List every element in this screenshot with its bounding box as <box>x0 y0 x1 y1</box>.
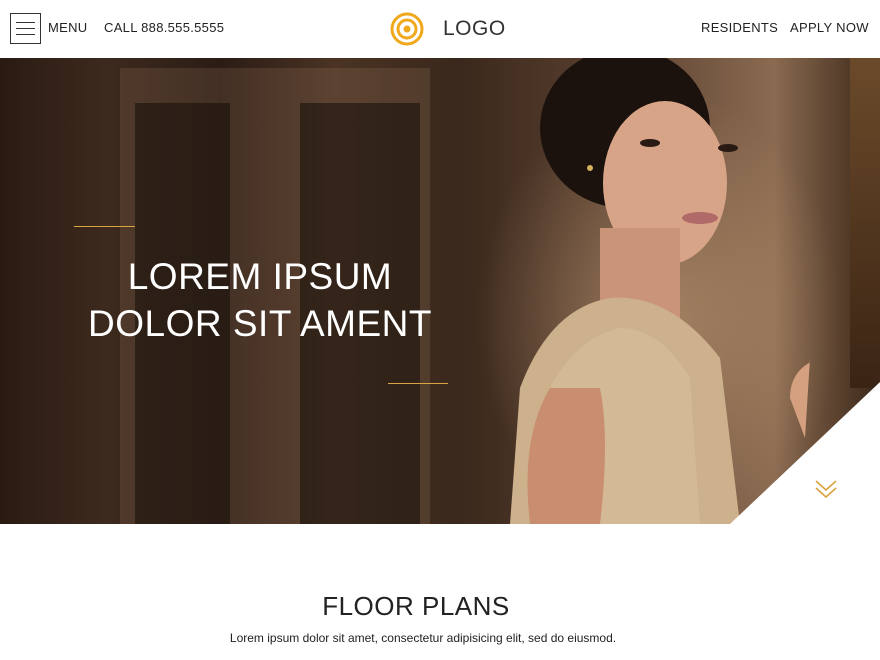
double-chevron-down-icon[interactable] <box>813 478 839 500</box>
hero-title-line-1: LOREM IPSUM <box>127 256 393 297</box>
floor-plans-description: Lorem ipsum dolor sit amet, consectetur … <box>229 631 617 645</box>
menu-bar <box>16 28 35 29</box>
logo-text: LOGO <box>443 17 506 40</box>
hero-title-line-2: DOLOR SIT AMENT <box>88 303 432 344</box>
menu-bar <box>16 34 35 35</box>
floor-plans-heading: FLOOR PLANS <box>322 591 510 621</box>
menu-bar <box>16 22 35 23</box>
call-link[interactable]: CALL 888.555.5555 <box>104 20 224 35</box>
hero-accent-line-top <box>74 226 135 227</box>
hamburger-icon[interactable] <box>10 13 41 44</box>
hero-corner-triangle <box>730 382 880 524</box>
hero-accent-line-bottom <box>388 383 448 384</box>
menu-link[interactable]: MENU <box>48 20 87 35</box>
concentric-circles-logo-icon <box>390 12 424 46</box>
hero-title: LOREM IPSUM DOLOR SIT AMENT <box>60 253 460 347</box>
residents-link[interactable]: RESIDENTS <box>701 20 778 35</box>
logo[interactable]: LOGO <box>390 11 506 47</box>
apply-now-link[interactable]: APPLY NOW <box>790 20 869 35</box>
site-header: MENU CALL 888.555.5555 LOGO RESIDENTS AP… <box>0 0 880 58</box>
hero-banner: LOREM IPSUM DOLOR SIT AMENT <box>0 58 880 524</box>
hero-photo-window <box>850 58 880 388</box>
